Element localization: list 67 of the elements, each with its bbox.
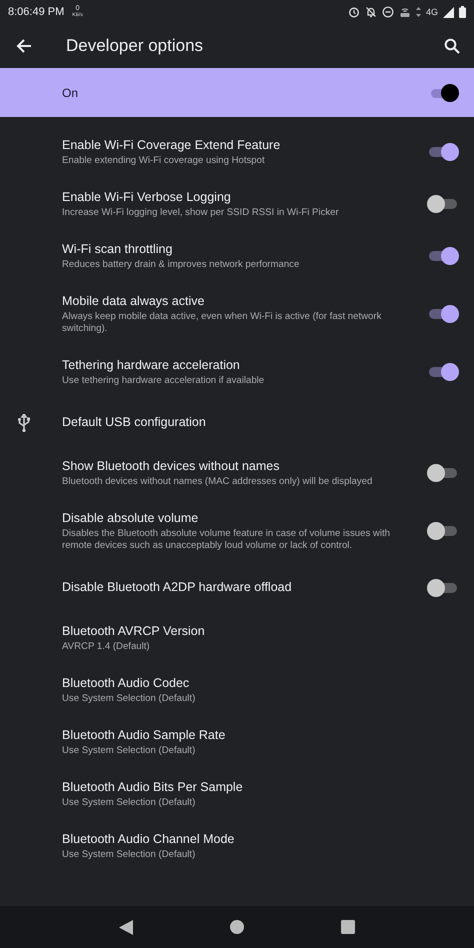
master-switch[interactable]	[429, 82, 459, 102]
setting-title: Default USB configuration	[62, 414, 207, 431]
setting-title: Bluetooth Audio Bits Per Sample	[62, 779, 244, 796]
battery-icon	[459, 6, 466, 18]
usb-icon	[18, 414, 30, 432]
settings-item[interactable]: Mobile data always active Always keep mobile data active, even when Wi-Fi is active (for fast network switching).	[0, 282, 474, 346]
setting-summary: Use System Selection (Default)	[62, 849, 196, 861]
recents-nav-icon[interactable]	[341, 920, 356, 934]
setting-summary: Disables the Bluetooth absolute volume feature in case of volume issues with remote devices such as unacceptably loud volume or lack of control.	[62, 528, 391, 552]
toggle-switch[interactable]	[427, 521, 459, 541]
setting-summary: Use System Selection (Default)	[62, 797, 196, 809]
setting-title: Bluetooth Audio Channel Mode	[62, 831, 236, 848]
settings-item[interactable]: Show Bluetooth devices without names Bluetooth devices without names (MAC addresses only) will be displayed	[0, 447, 474, 499]
settings-item[interactable]: Disable absolute volume Disables the Bluetooth absolute volume feature in case of volume issues with remote devices such as unacceptably loud volume or lack of control.	[0, 499, 474, 563]
home-nav-icon[interactable]	[230, 920, 244, 934]
master-switch-label: On	[62, 86, 78, 100]
settings-item[interactable]: Default USB configuration	[0, 398, 474, 447]
toggle-switch[interactable]	[427, 463, 459, 483]
setting-title: Bluetooth Audio Sample Rate	[62, 727, 226, 744]
settings-item[interactable]: Enable Wi-Fi Coverage Extend Feature Enable extending Wi-Fi coverage using Hotspot	[0, 126, 474, 178]
alarm-icon	[348, 6, 360, 18]
setting-summary: Use tethering hardware acceleration if available	[62, 375, 266, 387]
page-title: Developer options	[66, 36, 204, 56]
settings-item[interactable]: Bluetooth Audio Bits Per Sample Use System Selection (Default)	[0, 768, 474, 820]
toggle-switch[interactable]	[427, 362, 459, 382]
settings-item[interactable]: Tethering hardware acceleration Use tethering hardware acceleration if available	[0, 346, 474, 398]
setting-summary: Enable extending Wi-Fi coverage using Hotspot	[62, 155, 266, 167]
wifi-calling-icon	[398, 6, 411, 18]
settings-item[interactable]: Bluetooth Audio Sample Rate Use System Selection (Default)	[0, 716, 474, 768]
settings-item[interactable]: Bluetooth Audio Channel Mode Use System Selection (Default)	[0, 820, 474, 872]
bell-off-icon	[364, 6, 377, 18]
settings-item[interactable]: Enable Wi-Fi Verbose Logging Increase Wi-Fi logging level, show per SSID RSSI in Wi-Fi Picker	[0, 178, 474, 230]
settings-item[interactable]: Bluetooth AVRCP Version AVRCP 1.4 (Default)	[0, 612, 474, 664]
setting-title: Disable Bluetooth A2DP hardware offload	[62, 579, 293, 596]
setting-title: Enable Wi-Fi Coverage Extend Feature	[62, 137, 282, 154]
setting-title: Enable Wi-Fi Verbose Logging	[62, 189, 232, 206]
toggle-switch[interactable]	[427, 194, 459, 214]
back-arrow-icon	[16, 38, 32, 54]
toggle-switch[interactable]	[427, 304, 459, 324]
toggle-switch[interactable]	[427, 142, 459, 162]
settings-item[interactable]: Bluetooth Audio Codec Use System Selection (Default)	[0, 664, 474, 716]
signal-icon	[443, 6, 454, 18]
settings-item[interactable]: Wi-Fi scan throttling Reduces battery drain & improves network performance	[0, 230, 474, 282]
setting-title: Wi-Fi scan throttling	[62, 241, 174, 258]
setting-title: Tethering hardware acceleration	[62, 357, 241, 374]
setting-summary: Always keep mobile data active, even when Wi-Fi is active (for fast network switching).	[62, 311, 382, 335]
toggle-switch[interactable]	[427, 246, 459, 266]
setting-summary: Use System Selection (Default)	[62, 693, 196, 705]
data-arrows-icon	[416, 7, 421, 17]
do-not-disturb-icon	[382, 6, 394, 18]
status-time: 8:06:49 PM	[8, 6, 64, 18]
network-type: 4G	[426, 7, 438, 17]
setting-title: Disable absolute volume	[62, 510, 200, 527]
setting-summary: Increase Wi-Fi logging level, show per SSID RSSI in Wi-Fi Picker	[62, 207, 340, 219]
settings-item[interactable]: Disable Bluetooth A2DP hardware offload	[0, 563, 474, 612]
setting-summary: Bluetooth devices without names (MAC addresses only) will be displayed	[62, 476, 374, 488]
setting-summary: Reduces battery drain & improves network performance	[62, 259, 300, 271]
setting-title: Mobile data always active	[62, 293, 206, 310]
setting-summary: AVRCP 1.4 (Default)	[62, 641, 151, 653]
setting-title: Show Bluetooth devices without names	[62, 458, 280, 475]
toggle-switch[interactable]	[427, 578, 459, 598]
master-switch-bar[interactable]: On	[0, 68, 474, 117]
setting-title: Bluetooth AVRCP Version	[62, 623, 206, 640]
back-nav-icon[interactable]	[118, 920, 133, 934]
search-icon	[444, 38, 460, 54]
setting-title: Bluetooth Audio Codec	[62, 675, 190, 692]
setting-summary: Use System Selection (Default)	[62, 745, 196, 757]
